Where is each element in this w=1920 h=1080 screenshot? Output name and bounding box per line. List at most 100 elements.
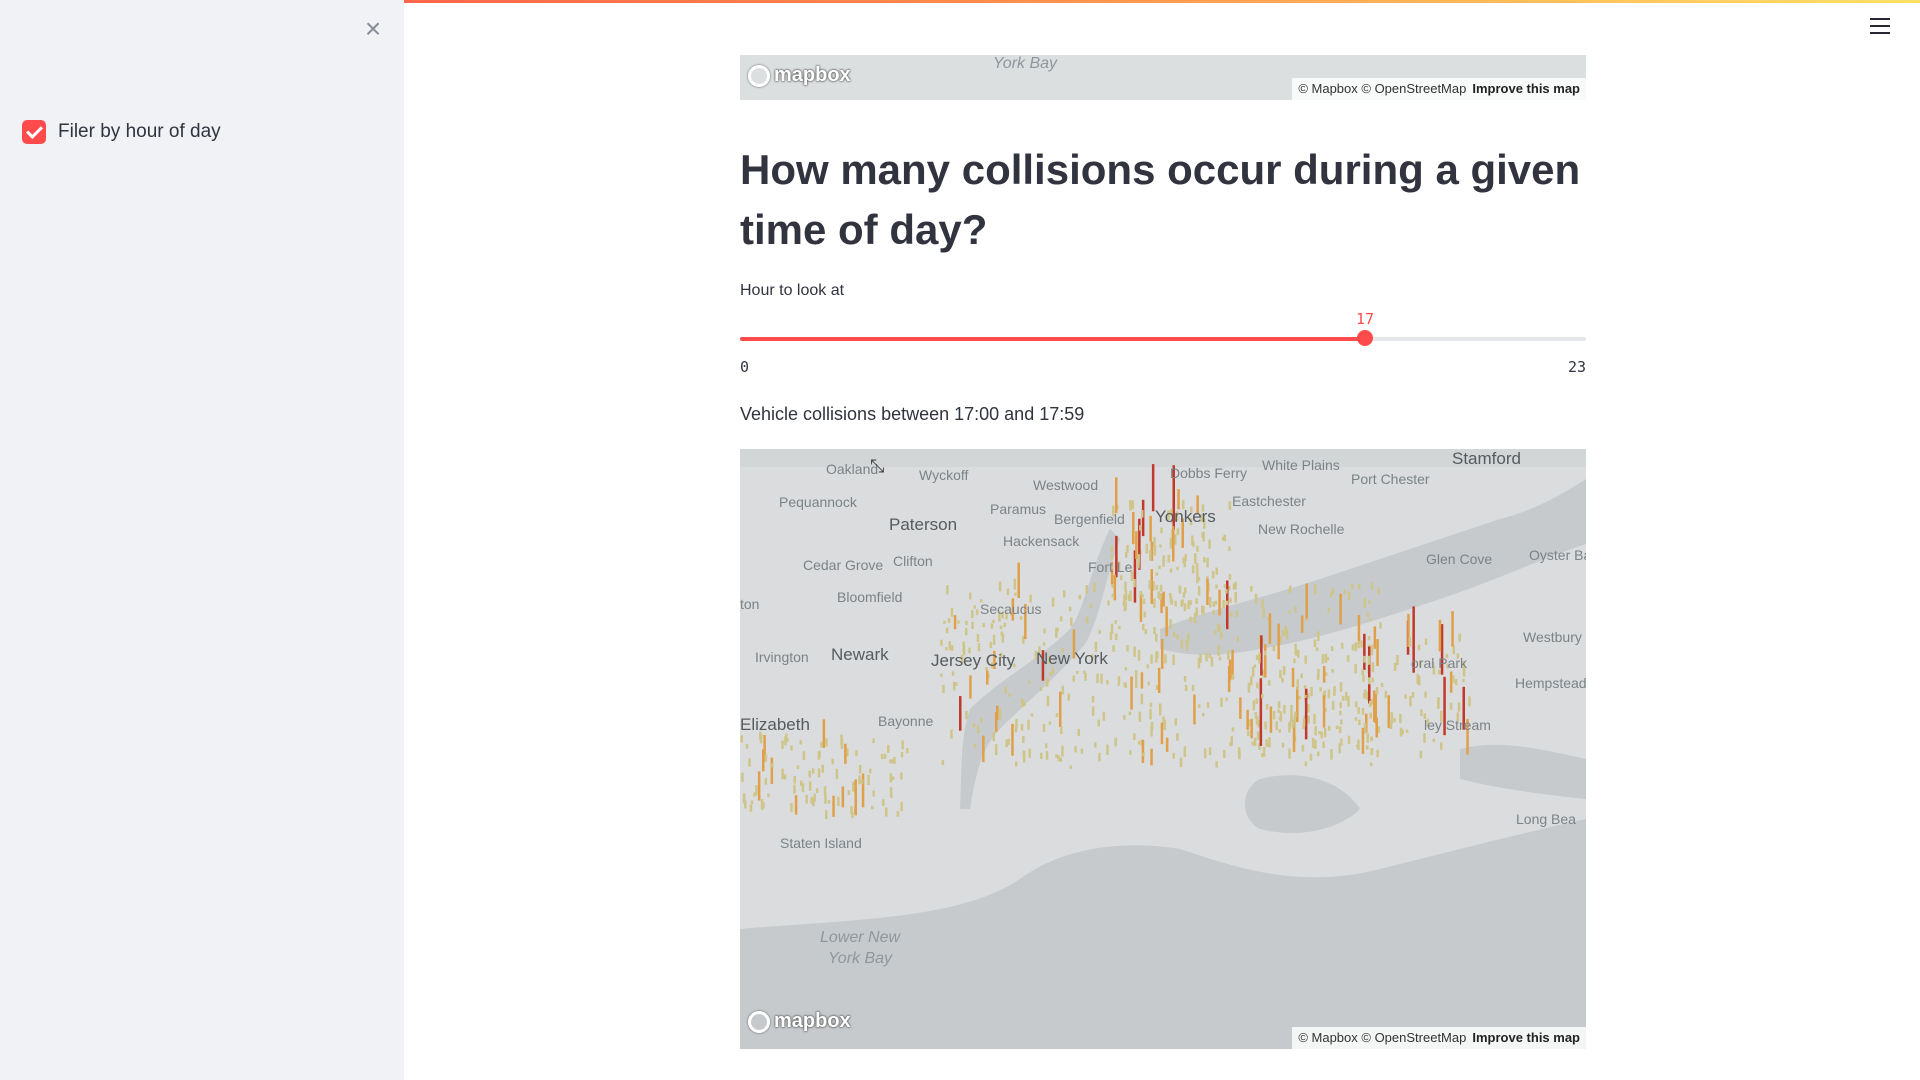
collision-bar bbox=[1279, 711, 1283, 720]
collision-bar bbox=[1102, 711, 1106, 721]
collision-bar bbox=[1262, 608, 1265, 618]
collision-bar bbox=[1281, 742, 1285, 748]
collision-bar bbox=[950, 608, 954, 617]
collision-bar bbox=[901, 740, 904, 750]
collision-bar bbox=[1118, 625, 1121, 630]
collision-bar bbox=[1288, 748, 1291, 759]
collision-bar bbox=[1235, 610, 1239, 618]
collision-bar bbox=[1417, 644, 1421, 651]
collision-bar bbox=[1236, 636, 1240, 643]
collision-bar bbox=[1321, 654, 1325, 664]
collision-bar bbox=[893, 757, 896, 764]
slider-fill bbox=[740, 337, 1365, 341]
collision-bar bbox=[1160, 527, 1163, 534]
collision-bar bbox=[982, 623, 985, 628]
collision-bar bbox=[1208, 747, 1212, 756]
attribution-text: © Mapbox © OpenStreetMap bbox=[1298, 81, 1467, 96]
collision-bar bbox=[889, 787, 893, 798]
map-label: Hackensack bbox=[1003, 533, 1080, 549]
collision-bar bbox=[947, 618, 951, 624]
slider-thumb[interactable] bbox=[1357, 330, 1373, 346]
collision-bar bbox=[1049, 671, 1052, 676]
collisions-map[interactable]: Oakland Wyckoff Westwood Dobbs Ferry Whi… bbox=[740, 449, 1586, 1049]
collision-bar bbox=[1363, 655, 1366, 663]
collision-bar bbox=[1159, 584, 1163, 592]
mapbox-logo-text: mapbox bbox=[774, 64, 851, 86]
map-label: Bergenfield bbox=[1054, 511, 1125, 527]
collision-bar bbox=[1203, 748, 1207, 759]
collision-bar bbox=[1231, 674, 1235, 680]
collision-bar bbox=[872, 738, 875, 743]
collision-bar bbox=[1148, 580, 1152, 589]
collision-bar bbox=[825, 810, 828, 819]
map-label: Newark bbox=[831, 645, 889, 664]
map-label: Westbury bbox=[1523, 629, 1582, 645]
hour-slider[interactable] bbox=[740, 330, 1586, 346]
collision-bar bbox=[1208, 654, 1211, 659]
collision-bar bbox=[1067, 693, 1070, 701]
collision-bar bbox=[1150, 654, 1153, 664]
collision-bar bbox=[1344, 691, 1348, 701]
collision-bar bbox=[1119, 575, 1123, 581]
collision-bar bbox=[1289, 585, 1292, 592]
collision-bar bbox=[1255, 654, 1259, 661]
collision-bar bbox=[1212, 601, 1216, 607]
top-map[interactable]: York Bay mapbox © Mapbox © OpenStreetMap… bbox=[740, 55, 1586, 100]
collision-bar bbox=[740, 735, 743, 743]
collision-bar bbox=[1164, 654, 1167, 664]
mapbox-logo[interactable]: mapbox bbox=[748, 1010, 851, 1033]
collision-bar bbox=[1106, 679, 1109, 685]
fullscreen-expand-icon[interactable]: ⤡ bbox=[870, 456, 890, 476]
collision-bar bbox=[1077, 728, 1080, 736]
collision-bar bbox=[1169, 568, 1173, 573]
improve-map-link[interactable]: Improve this map bbox=[1472, 1030, 1580, 1046]
hamburger-icon[interactable] bbox=[1870, 18, 1890, 34]
collision-bar bbox=[741, 772, 744, 782]
collision-bar bbox=[1416, 674, 1419, 684]
map-label: Bloomfield bbox=[837, 589, 903, 605]
collision-bar bbox=[1160, 722, 1164, 745]
collision-bar bbox=[1203, 557, 1206, 563]
collision-bar bbox=[1250, 718, 1253, 739]
collision-bar bbox=[794, 795, 798, 815]
collision-bar bbox=[1117, 676, 1121, 686]
collision-bar bbox=[1028, 748, 1031, 758]
collision-bar bbox=[1141, 510, 1144, 518]
collision-bar bbox=[1393, 718, 1396, 723]
collision-bar bbox=[1178, 585, 1182, 594]
collision-bar bbox=[1048, 721, 1052, 725]
collision-bar bbox=[1368, 677, 1371, 685]
collision-bar bbox=[1091, 695, 1095, 703]
improve-map-link[interactable]: Improve this map bbox=[1472, 81, 1580, 97]
collision-bar bbox=[1153, 545, 1157, 556]
page-title: How many collisions occur during a given… bbox=[740, 146, 1581, 253]
collision-bar bbox=[1437, 697, 1440, 708]
collision-bar bbox=[1176, 634, 1179, 640]
collision-bar bbox=[1128, 711, 1132, 716]
collision-bar bbox=[1291, 667, 1295, 688]
collision-bar bbox=[1155, 585, 1158, 590]
filter-by-hour-checkbox[interactable]: Filer by hour of day bbox=[22, 120, 221, 144]
collision-bar bbox=[1174, 600, 1177, 607]
collision-bar bbox=[802, 751, 806, 755]
collision-bar bbox=[1363, 633, 1366, 670]
collision-bar bbox=[1351, 644, 1355, 651]
collision-bar bbox=[1246, 709, 1249, 730]
collision-bar bbox=[1172, 526, 1175, 562]
collision-bar bbox=[1317, 751, 1320, 757]
collision-bar bbox=[1255, 698, 1258, 705]
slider-current-value: 17 bbox=[1355, 310, 1375, 328]
map-label: Bayonne bbox=[878, 713, 934, 729]
collision-bar bbox=[1304, 761, 1308, 767]
collision-bar bbox=[1161, 639, 1164, 669]
collision-bar bbox=[1169, 619, 1172, 630]
collision-bar bbox=[945, 627, 949, 634]
collision-bar bbox=[1341, 695, 1345, 701]
collision-bar bbox=[1451, 611, 1454, 647]
mapbox-logo[interactable]: mapbox bbox=[748, 64, 851, 87]
collision-bar bbox=[1176, 566, 1179, 571]
collision-bar bbox=[1255, 715, 1259, 725]
collision-bar bbox=[1259, 678, 1263, 746]
close-sidebar-icon[interactable]: × bbox=[360, 15, 386, 43]
checkbox-checked-icon[interactable] bbox=[22, 120, 46, 144]
